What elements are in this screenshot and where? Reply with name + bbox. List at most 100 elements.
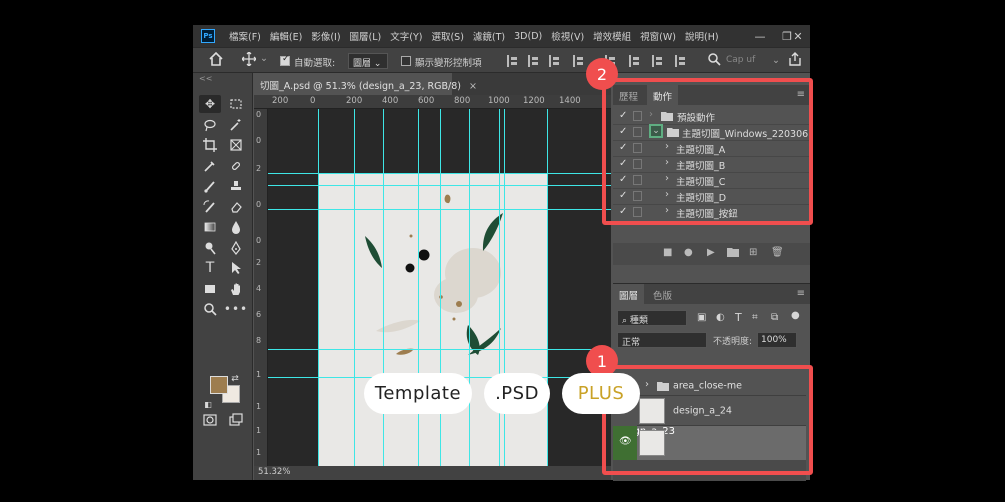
more-tools-icon[interactable]: ••• <box>224 300 247 318</box>
minimize-icon[interactable]: — <box>748 25 772 47</box>
ruler-label: 1200 <box>523 96 545 106</box>
history-brush-icon[interactable] <box>199 198 221 216</box>
align-center-icon[interactable] <box>528 55 539 67</box>
opacity-field[interactable]: 100% <box>757 332 797 348</box>
search-icon: ⌕ <box>622 316 628 326</box>
blend-mode-value: 正常 <box>622 338 641 348</box>
play-icon[interactable]: ▶ <box>707 247 715 258</box>
auto-select-target-value: 圖層 <box>353 59 372 69</box>
crop-icon[interactable] <box>199 136 221 154</box>
menu-3d[interactable]: 3D(D) <box>514 31 542 42</box>
marquee-icon[interactable] <box>225 95 247 113</box>
menu-filter[interactable]: 濾鏡(T) <box>473 29 505 43</box>
type-icon[interactable]: T <box>199 259 221 277</box>
search-input[interactable]: Cap uf <box>726 55 755 65</box>
transform-controls-checkbox[interactable] <box>401 56 411 66</box>
menu-type[interactable]: 文字(Y) <box>390 29 422 43</box>
guide-line[interactable] <box>268 173 611 174</box>
menu-plugins[interactable]: 增效模組 <box>593 29 631 43</box>
menu-edit[interactable]: 編輯(E) <box>270 29 302 43</box>
pen-icon[interactable] <box>225 239 247 257</box>
lasso-icon[interactable] <box>199 116 221 134</box>
filter-shape-icon[interactable]: ⌗ <box>752 312 758 323</box>
ruler-label: 2 <box>256 164 262 173</box>
menu-image[interactable]: 影像(I) <box>311 29 340 43</box>
guide-line[interactable] <box>354 109 355 466</box>
distribute-spacing-icon[interactable] <box>675 55 686 67</box>
ruler-label: 0 <box>256 136 262 145</box>
home-icon[interactable] <box>209 51 223 69</box>
menu-help[interactable]: 說明(H) <box>685 29 719 43</box>
guide-line[interactable] <box>268 185 611 186</box>
auto-select-checkbox[interactable] <box>280 54 290 66</box>
align-right-icon[interactable] <box>549 55 560 67</box>
guide-line[interactable] <box>318 109 319 466</box>
auto-select-target-dropdown[interactable]: 圖層 ⌄ <box>348 53 388 69</box>
guide-line[interactable] <box>469 109 470 466</box>
artboard[interactable] <box>318 173 547 466</box>
collapse-toolbar-icon[interactable]: << <box>199 74 212 83</box>
rectangle-icon[interactable] <box>199 280 221 298</box>
zoom-icon[interactable] <box>199 300 221 318</box>
share-icon[interactable] <box>788 52 802 69</box>
document-tab[interactable]: 切圖_A.psd @ 51.3% (design_a_23, RGB/8) × <box>254 73 477 95</box>
guide-line[interactable] <box>268 209 611 210</box>
new-set-icon[interactable] <box>727 247 739 260</box>
quick-mask-icon[interactable] <box>199 411 221 429</box>
blur-icon[interactable] <box>225 218 247 236</box>
gradient-icon[interactable] <box>199 218 221 236</box>
ruler-label: 400 <box>382 96 399 106</box>
align-left-icon[interactable] <box>507 55 518 67</box>
menu-view[interactable]: 檢視(V) <box>551 29 584 43</box>
layer-filter-dropdown[interactable]: ⌕ 種類 <box>617 310 687 326</box>
brush-icon[interactable] <box>199 177 221 195</box>
record-icon[interactable]: ● <box>684 247 693 258</box>
options-bar: ⌄ 自動選取: 圖層 ⌄ 顯示變形控制項 Cap uf ⌄ <box>193 47 810 73</box>
eyedropper-icon[interactable] <box>199 157 221 175</box>
frame-icon[interactable] <box>225 136 247 154</box>
align-top-icon[interactable] <box>573 55 584 67</box>
move-icon[interactable]: ✥ <box>199 95 221 113</box>
trash-icon[interactable]: 🗑 <box>771 247 784 258</box>
clone-stamp-icon[interactable] <box>225 177 247 195</box>
magic-wand-icon[interactable] <box>225 116 247 134</box>
menu-file[interactable]: 檔案(F) <box>229 29 261 43</box>
guide-line[interactable] <box>547 109 548 466</box>
ruler-label: 0 <box>256 110 262 119</box>
guide-line[interactable] <box>268 349 611 350</box>
move-tool-icon[interactable] <box>241 51 257 69</box>
screen-mode-icon[interactable] <box>225 411 247 429</box>
stop-icon[interactable]: ■ <box>663 247 672 258</box>
filter-smart-icon[interactable]: ⧉ <box>771 312 778 323</box>
tab-layers[interactable]: 圖層 <box>613 284 645 304</box>
new-action-icon[interactable]: ⊞ <box>749 247 757 258</box>
dodge-icon[interactable] <box>199 239 221 257</box>
menu-window[interactable]: 視窗(W) <box>640 29 676 43</box>
workspace-chevron-icon[interactable]: ⌄ <box>772 55 780 66</box>
swap-colors-icon[interactable]: ⇄ <box>229 370 241 388</box>
ruler-label: 1 <box>256 448 262 457</box>
tab-channels[interactable]: 色版 <box>647 284 678 304</box>
psd-badge: .PSD <box>484 373 550 414</box>
healing-brush-icon[interactable] <box>225 157 247 175</box>
chevron-down-icon[interactable]: ⌄ <box>260 53 268 64</box>
filter-pixel-icon[interactable]: ▣ <box>697 312 706 323</box>
align-bottom-icon[interactable] <box>629 55 640 67</box>
search-icon[interactable] <box>707 52 721 69</box>
filter-type-icon[interactable]: T <box>735 311 742 324</box>
close-icon[interactable]: ✕ <box>786 25 810 47</box>
distribute-icon[interactable] <box>652 55 663 67</box>
menu-select[interactable]: 選取(S) <box>431 29 463 43</box>
filter-toggle-icon[interactable]: ● <box>791 310 800 321</box>
ruler-label: 0 <box>256 236 262 245</box>
close-tab-icon[interactable]: × <box>469 81 477 92</box>
hand-icon[interactable] <box>225 280 247 298</box>
panel-menu-icon[interactable]: ≡ <box>797 288 805 299</box>
menu-layer[interactable]: 圖層(L) <box>350 29 382 43</box>
foreground-color-swatch[interactable] <box>210 376 228 394</box>
template-badge: Template <box>364 373 472 414</box>
filter-adjust-icon[interactable]: ◐ <box>716 312 725 323</box>
blend-mode-dropdown[interactable]: 正常 <box>617 332 707 348</box>
eraser-icon[interactable] <box>225 198 247 216</box>
path-select-icon[interactable] <box>225 259 247 277</box>
